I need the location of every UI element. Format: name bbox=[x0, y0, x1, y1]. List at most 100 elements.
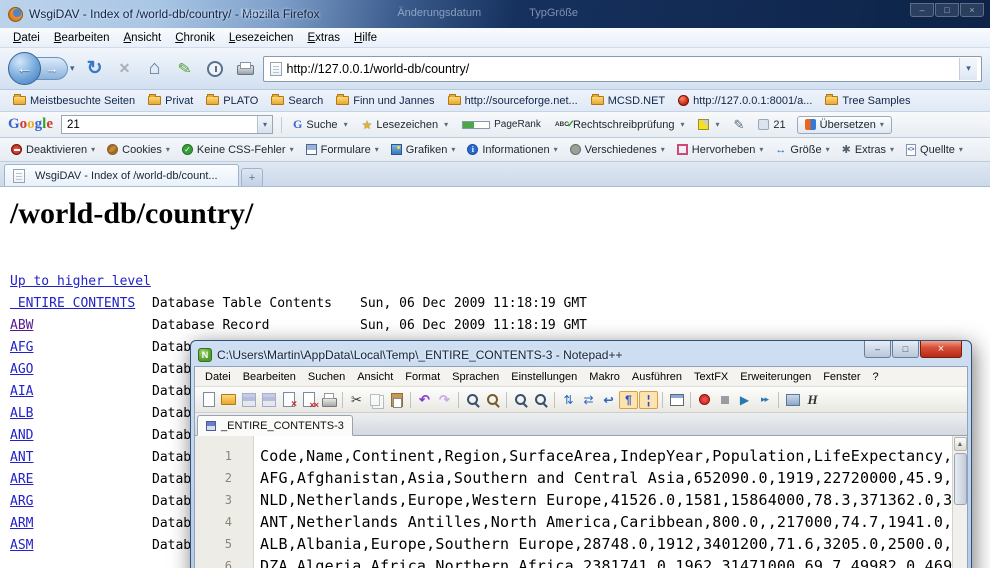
entry-link[interactable]: ABW bbox=[10, 315, 152, 337]
separator[interactable] bbox=[662, 392, 663, 408]
bookmarks-button[interactable]: Lesezeichen bbox=[359, 116, 452, 134]
menu-item[interactable]: Bearbeiten bbox=[47, 30, 117, 46]
history-clock-icon[interactable] bbox=[207, 61, 223, 77]
menu-item[interactable]: Format bbox=[399, 369, 446, 385]
print-icon[interactable] bbox=[236, 62, 254, 76]
replace-icon[interactable] bbox=[483, 391, 502, 409]
print-icon[interactable] bbox=[319, 391, 338, 409]
webdev-menu-item[interactable]: Grafiken bbox=[386, 142, 461, 158]
bookmark-item[interactable]: Tree Samples bbox=[820, 94, 915, 108]
separator[interactable] bbox=[778, 392, 779, 408]
webdev-menu-item[interactable]: Quellte bbox=[901, 142, 968, 158]
menu-item[interactable]: Suchen bbox=[302, 369, 351, 385]
bookmark-item[interactable]: PLATO bbox=[201, 94, 263, 108]
counter-button[interactable]: 21 bbox=[755, 117, 788, 133]
menu-item[interactable]: TextFX bbox=[688, 369, 734, 385]
open-folder-icon[interactable] bbox=[219, 391, 238, 409]
scroll-up-icon[interactable] bbox=[954, 437, 967, 451]
indent-guide-icon[interactable] bbox=[639, 391, 658, 409]
highlighter-button[interactable] bbox=[695, 117, 722, 132]
menu-item[interactable]: Extras bbox=[300, 30, 347, 46]
back-button[interactable] bbox=[8, 52, 41, 85]
tab-wsgidav[interactable]: WsgiDAV - Index of /world-db/count... bbox=[4, 164, 239, 186]
menu-item[interactable]: Fenster bbox=[817, 369, 866, 385]
bookmark-item[interactable]: Finn und Jannes bbox=[331, 94, 439, 108]
menu-item[interactable]: Erweiterungen bbox=[734, 369, 817, 385]
menu-item[interactable]: Hilfe bbox=[347, 30, 384, 46]
new-tab-button[interactable] bbox=[241, 168, 263, 186]
zoom-in-icon[interactable] bbox=[511, 391, 530, 409]
webdev-menu-item[interactable]: Verschiedenes bbox=[565, 142, 670, 158]
separator[interactable] bbox=[458, 392, 459, 408]
webdev-menu-item[interactable]: Extras bbox=[837, 141, 899, 158]
entry-link[interactable]: AFG bbox=[10, 337, 152, 359]
webdev-menu-item[interactable]: Deaktivieren bbox=[6, 142, 100, 158]
bookmark-item[interactable]: Meistbesuchte Seiten bbox=[8, 94, 140, 108]
bookmark-item[interactable]: Search bbox=[266, 94, 328, 108]
sync-scroll-h-icon[interactable] bbox=[579, 391, 598, 409]
stop-icon[interactable] bbox=[113, 57, 137, 81]
entry-link[interactable]: ARM bbox=[10, 513, 152, 535]
webdev-menu-item[interactable]: Hervorheben bbox=[672, 142, 769, 158]
entry-link[interactable]: ARE bbox=[10, 469, 152, 491]
menu-item[interactable]: Datei bbox=[199, 369, 237, 385]
webdev-menu-item[interactable]: Größe bbox=[770, 142, 834, 158]
entry-link[interactable]: AGO bbox=[10, 359, 152, 381]
menu-item[interactable]: Bearbeiten bbox=[237, 369, 302, 385]
redo-icon[interactable] bbox=[435, 391, 454, 409]
doc-monitor-icon[interactable] bbox=[783, 391, 802, 409]
bookmark-item[interactable]: MCSD.NET bbox=[586, 94, 670, 108]
editor-scrollbar[interactable] bbox=[952, 436, 967, 568]
translate-button[interactable]: Übersetzen bbox=[797, 116, 892, 134]
find-icon[interactable] bbox=[463, 391, 482, 409]
webdev-menu-item[interactable]: Informationen bbox=[462, 142, 562, 158]
separator[interactable] bbox=[690, 392, 691, 408]
menu-item[interactable]: Makro bbox=[583, 369, 626, 385]
bookmark-item[interactable]: http://sourceforge.net... bbox=[443, 94, 583, 108]
webdev-menu-item[interactable]: Formulare bbox=[301, 142, 384, 158]
home-icon[interactable] bbox=[143, 57, 167, 81]
separator[interactable] bbox=[410, 392, 411, 408]
maximize-button[interactable]: □ bbox=[892, 341, 919, 358]
separator[interactable] bbox=[554, 392, 555, 408]
entry-link[interactable]: ALB bbox=[10, 403, 152, 425]
menu-item[interactable]: Datei bbox=[6, 30, 47, 46]
edit-button[interactable] bbox=[730, 115, 747, 135]
url-history-dropdown-icon[interactable] bbox=[959, 58, 977, 80]
menu-item[interactable]: ? bbox=[866, 369, 884, 385]
refresh-icon[interactable] bbox=[83, 57, 107, 81]
play-macro-icon[interactable] bbox=[735, 391, 754, 409]
menu-item[interactable]: Ansicht bbox=[117, 30, 169, 46]
google-search-box[interactable]: 21 bbox=[61, 115, 273, 134]
quill-extension-icon[interactable] bbox=[173, 57, 197, 81]
bookmark-item[interactable]: Privat bbox=[143, 94, 198, 108]
webdev-menu-item[interactable]: Cookies bbox=[102, 142, 175, 158]
menu-item[interactable]: Chronik bbox=[168, 30, 222, 46]
minimize-button[interactable]: – bbox=[864, 341, 891, 358]
webdev-menu-item[interactable]: Keine CSS-Fehler bbox=[177, 142, 299, 158]
url-bar[interactable]: http://127.0.0.1/world-db/country/ bbox=[263, 56, 982, 82]
zoom-out-icon[interactable] bbox=[531, 391, 550, 409]
firefox-titlebar[interactable]: WsgiDAV - Index of /world-db/country/ - … bbox=[0, 0, 990, 28]
menu-item[interactable]: Ausführen bbox=[626, 369, 688, 385]
show-all-chars-icon[interactable] bbox=[619, 391, 638, 409]
entry-link[interactable]: AND bbox=[10, 425, 152, 447]
search-dropdown-icon[interactable] bbox=[257, 116, 272, 133]
sync-scroll-v-icon[interactable] bbox=[559, 391, 578, 409]
notepadpp-titlebar[interactable]: C:\Users\Martin\AppData\Local\Temp\_ENTI… bbox=[194, 341, 968, 366]
history-dropdown-icon[interactable] bbox=[68, 63, 77, 74]
close-button[interactable]: × bbox=[920, 341, 962, 358]
pagerank-indicator[interactable]: PageRank bbox=[459, 117, 544, 132]
close-all-docs-icon[interactable] bbox=[299, 391, 318, 409]
save-icon[interactable] bbox=[239, 391, 258, 409]
save-all-icon[interactable] bbox=[259, 391, 278, 409]
google-search-button[interactable]: Suche bbox=[290, 115, 351, 134]
entry-link[interactable]: AIA bbox=[10, 381, 152, 403]
play-multi-icon[interactable] bbox=[755, 391, 774, 409]
bookmark-item[interactable]: http://127.0.0.1:8001/a... bbox=[673, 94, 817, 108]
menu-item[interactable]: Einstellungen bbox=[505, 369, 583, 385]
scrollbar-thumb[interactable] bbox=[954, 453, 967, 505]
stop-macro-icon[interactable] bbox=[715, 391, 734, 409]
menu-item[interactable]: Ansicht bbox=[351, 369, 399, 385]
word-wrap-icon[interactable] bbox=[599, 391, 618, 409]
